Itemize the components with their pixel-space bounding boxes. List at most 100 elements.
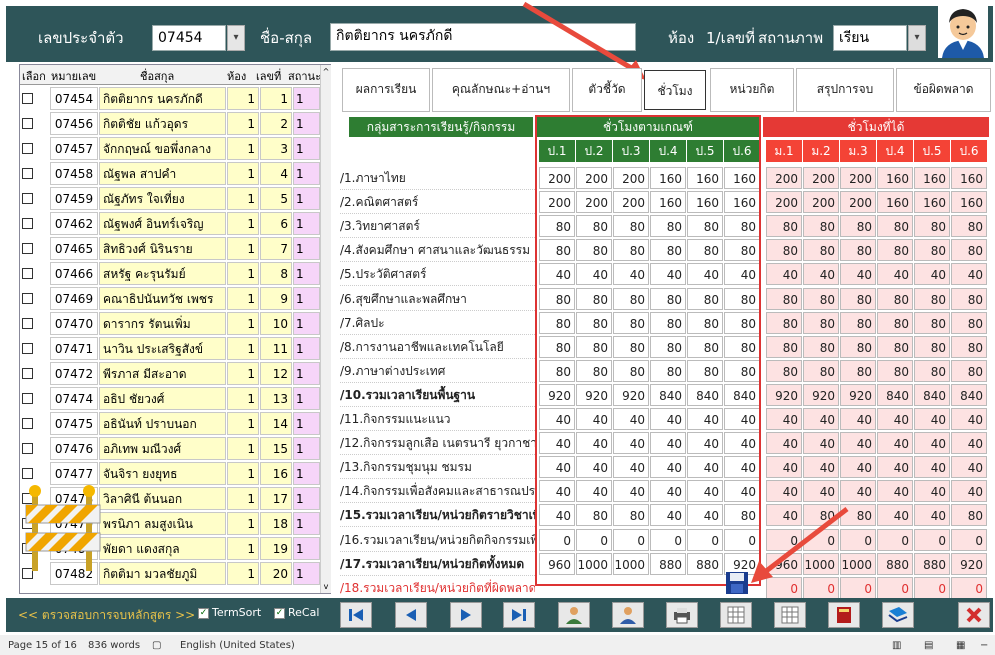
earned-hours-cell[interactable]: 80 [914,239,950,262]
earned-hours-cell[interactable]: 80 [766,215,802,238]
earned-hours-cell[interactable]: 40 [766,263,802,286]
select-checkbox[interactable] [22,168,33,179]
earned-hours-cell[interactable]: 40 [951,480,987,503]
select-checkbox[interactable] [22,393,33,404]
termsort-checkbox[interactable]: ✓ [198,608,209,619]
earned-hours-cell[interactable]: 80 [951,335,987,358]
select-checkbox[interactable] [22,293,33,304]
select-checkbox[interactable] [22,368,33,379]
earned-hours-cell[interactable]: 160 [914,191,950,214]
earned-hours-cell[interactable]: 40 [766,408,802,430]
earned-hours-cell[interactable]: 40 [877,408,913,430]
student-row[interactable]: 07475 อธินันท์ ปราบนอก 1 14 1 [20,411,320,436]
tab-hours[interactable]: ชั่วโมง [644,70,706,110]
student-row[interactable]: 07472 พีรภาส มีสะอาด 1 12 1 [20,361,320,386]
student-row[interactable]: 07465 สิทธิวงศ์ นิรินราย 1 7 1 [20,236,320,261]
earned-hours-cell[interactable]: 80 [877,311,913,334]
earned-hours-cell[interactable]: 40 [803,408,839,430]
earned-hours-cell[interactable]: 40 [951,432,987,455]
check-graduation-link[interactable]: << ตรวจสอบการจบหลักสูตร >> [18,606,195,625]
read-mode-icon[interactable]: ▥ [892,640,901,651]
earned-hours-cell[interactable]: 40 [951,456,987,479]
earned-hours-cell[interactable]: 80 [840,215,876,238]
tab-characteristics[interactable]: คุณลักษณะ+อ่านฯ [432,68,570,112]
select-checkbox[interactable] [22,118,33,129]
earned-hours-cell[interactable]: 80 [877,239,913,262]
student-row[interactable]: 07462 ณัฐพงศ์ อินทร์เจริญ 1 6 1 [20,211,320,236]
earned-hours-cell[interactable]: 80 [914,287,950,310]
zoom-out-icon[interactable]: − [980,640,988,651]
print-button[interactable] [666,602,698,628]
earned-hours-cell[interactable]: 200 [766,191,802,214]
earned-hours-cell[interactable]: 160 [877,167,913,189]
earned-hours-cell[interactable]: 0 [951,528,987,551]
student-row[interactable]: 07471 นาวิน ประเสริฐสังข์ 1 11 1 [20,336,320,361]
student-button[interactable] [558,602,590,628]
earned-hours-cell[interactable]: 80 [877,335,913,358]
tab-errors[interactable]: ข้อผิดพลาด [896,68,991,112]
earned-hours-cell[interactable]: 40 [803,432,839,455]
tab-results[interactable]: ผลการเรียน [342,68,430,112]
earned-hours-cell[interactable]: 40 [766,432,802,455]
earned-hours-cell[interactable]: 40 [840,408,876,430]
earned-hours-cell[interactable]: 40 [803,456,839,479]
earned-hours-cell[interactable]: 80 [803,335,839,358]
earned-hours-cell[interactable]: 80 [877,359,913,382]
earned-hours-cell[interactable]: 920 [951,552,987,575]
tab-graduation-summary[interactable]: สรุปการจบ [796,68,894,112]
student-alt-button[interactable] [612,602,644,628]
books-button[interactable] [882,602,914,628]
earned-hours-cell[interactable]: 40 [914,456,950,479]
earned-hours-cell[interactable]: 40 [840,480,876,503]
student-row[interactable]: 07456 กิตติชัย แก้วอุดร 1 2 1 [20,111,320,136]
earned-hours-cell[interactable]: 80 [951,239,987,262]
prev-record-button[interactable] [395,602,427,628]
web-layout-icon[interactable]: ▦ [956,640,965,651]
first-record-button[interactable] [340,602,372,628]
student-row[interactable]: 07474 อธิป ชัยวงศ์ 1 13 1 [20,386,320,411]
earned-hours-cell[interactable]: 40 [914,408,950,430]
select-checkbox[interactable] [22,443,33,454]
select-checkbox[interactable] [22,243,33,254]
recal-checkbox[interactable]: ✓ [274,608,285,619]
earned-hours-cell[interactable]: 80 [840,239,876,262]
earned-hours-cell[interactable]: 80 [951,215,987,238]
earned-hours-cell[interactable]: 80 [914,359,950,382]
earned-hours-cell[interactable]: 840 [877,383,913,406]
last-record-button[interactable] [503,602,535,628]
earned-hours-cell[interactable]: 840 [951,383,987,406]
student-row[interactable]: 07469 คณาธิปนันทวัช เพชร 1 9 1 [20,286,320,311]
earned-hours-cell[interactable]: 0 [877,576,913,599]
earned-hours-cell[interactable]: 40 [877,432,913,455]
book-button[interactable] [828,602,860,628]
earned-hours-cell[interactable]: 40 [803,263,839,286]
earned-hours-cell[interactable]: 80 [914,215,950,238]
status-field[interactable]: เรียน [833,25,907,51]
status-dropdown-button[interactable]: ▾ [908,25,926,51]
earned-hours-cell[interactable]: 40 [766,456,802,479]
earned-hours-cell[interactable]: 80 [877,215,913,238]
student-list-scrollbar[interactable]: ^ v [320,65,331,593]
earned-hours-cell[interactable]: 80 [877,287,913,310]
earned-hours-cell[interactable]: 0 [914,528,950,551]
tab-credits[interactable]: หน่วยกิต [710,68,794,112]
earned-hours-cell[interactable]: 880 [877,552,913,575]
earned-hours-cell[interactable]: 80 [803,215,839,238]
earned-hours-cell[interactable]: 80 [803,287,839,310]
earned-hours-cell[interactable]: 920 [803,383,839,406]
earned-hours-cell[interactable]: 80 [951,287,987,310]
id-dropdown-button[interactable]: ▾ [227,25,245,51]
earned-hours-cell[interactable]: 160 [877,191,913,214]
earned-hours-cell[interactable]: 40 [877,263,913,286]
select-checkbox[interactable] [22,268,33,279]
earned-hours-cell[interactable]: 40 [951,408,987,430]
earned-hours-cell[interactable]: 80 [766,335,802,358]
earned-hours-cell[interactable]: 40 [877,456,913,479]
earned-hours-cell[interactable]: 40 [914,263,950,286]
earned-hours-cell[interactable]: 0 [877,528,913,551]
earned-hours-cell[interactable]: 200 [803,167,839,189]
select-checkbox[interactable] [22,418,33,429]
student-row[interactable]: 07476 อภิเทพ มณีวงศ์ 1 15 1 [20,436,320,461]
earned-hours-cell[interactable]: 80 [766,311,802,334]
earned-hours-cell[interactable]: 160 [914,167,950,189]
